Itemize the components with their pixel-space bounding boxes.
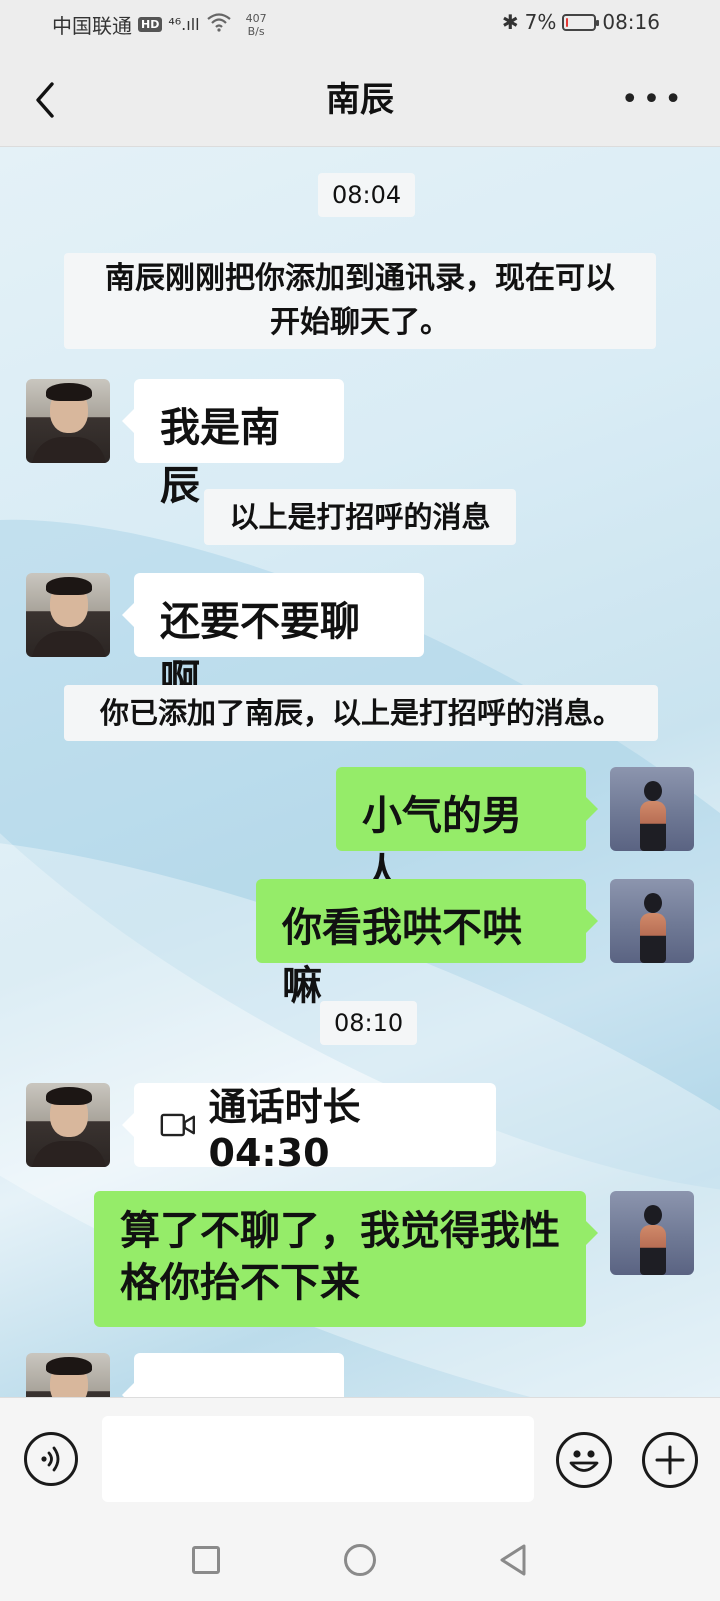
incoming-message[interactable]: 我是南辰: [122, 379, 344, 509]
call-record-message[interactable]: 通话时长 04:30: [122, 1083, 496, 1175]
recent-apps-button[interactable]: [192, 1546, 220, 1574]
system-message: 你已添加了南辰，以上是打招呼的消息。: [64, 685, 658, 741]
network-speed-value: 407: [245, 11, 267, 25]
status-right: ✱ 7% 08:16: [502, 10, 660, 34]
carrier-name: 中国联通: [52, 14, 132, 38]
page-title: 南辰: [326, 80, 394, 120]
message-text: 算了不聊了，我觉得我性: [120, 1208, 560, 1254]
plus-icon: [655, 1445, 685, 1475]
timestamp: 08:04: [318, 173, 416, 217]
timestamp: 08:10: [320, 1001, 418, 1045]
chat-header: 南辰 •••: [0, 50, 720, 147]
outgoing-message[interactable]: 算了不聊了，我觉得我性 格你抬不下来: [94, 1191, 598, 1327]
incoming-message[interactable]: 还要不要聊啊: [122, 573, 424, 703]
outgoing-message[interactable]: 你看我哄不哄嘛: [256, 879, 598, 1009]
contact-avatar[interactable]: [26, 1083, 110, 1167]
contact-avatar[interactable]: [26, 573, 110, 657]
my-avatar[interactable]: [610, 879, 694, 963]
triangle-back-icon: [500, 1544, 526, 1576]
incoming-message[interactable]: [122, 1353, 344, 1397]
contact-avatar[interactable]: [26, 379, 110, 463]
plus-button[interactable]: [642, 1432, 698, 1488]
emoji-button[interactable]: [556, 1432, 612, 1488]
more-icon: •••: [620, 82, 686, 117]
call-duration: 通话时长 04:30: [208, 1084, 361, 1175]
system-message: 南辰刚刚把你添加到通讯录，现在可以 开始聊天了。: [64, 253, 656, 349]
message-text: 你看我哄不哄嘛: [282, 905, 522, 1009]
battery-fill: [566, 17, 569, 27]
my-avatar[interactable]: [610, 767, 694, 851]
message-input[interactable]: [102, 1416, 534, 1502]
video-call-icon: [160, 1113, 195, 1137]
battery-icon: [562, 13, 600, 31]
my-avatar[interactable]: [610, 1191, 694, 1275]
network-speed-unit: B/s: [247, 24, 265, 38]
system-message: 以上是打招呼的消息: [204, 489, 516, 545]
signal-icon: ⁴⁶.ıll: [168, 15, 200, 34]
voice-icon: [41, 1446, 60, 1472]
more-button[interactable]: •••: [621, 82, 686, 117]
bluetooth-icon: ✱: [501, 10, 519, 34]
system-message-line: 南辰刚刚把你添加到通讯录，现在可以: [105, 261, 615, 296]
contact-avatar[interactable]: [26, 1353, 110, 1397]
clock: 08:16: [602, 10, 660, 34]
battery-percent: 7%: [524, 10, 557, 34]
emoji-icon: [569, 1450, 599, 1472]
nav-back-button[interactable]: [496, 1542, 530, 1582]
message-text: 格你抬不下来: [120, 1260, 360, 1306]
chat-area[interactable]: 08:04 南辰刚刚把你添加到通讯录，现在可以 开始聊天了。 我是南辰 以上是打…: [0, 147, 720, 1397]
status-bar: 中国联通 HD ⁴⁶.ıll 407 B/s ✱ 7% 08:16: [0, 0, 720, 50]
voice-button[interactable]: [24, 1432, 78, 1486]
hd-badge: HD: [138, 17, 163, 32]
system-message-line: 开始聊天了。: [270, 305, 450, 340]
status-left: 中国联通 HD ⁴⁶.ıll 407 B/s: [52, 10, 267, 39]
outgoing-message[interactable]: 小气的男人: [336, 767, 598, 897]
wifi-icon: [206, 12, 232, 37]
system-nav-bar: [0, 1510, 720, 1600]
home-button[interactable]: [344, 1544, 376, 1576]
network-speed: 407 B/s: [246, 12, 267, 38]
